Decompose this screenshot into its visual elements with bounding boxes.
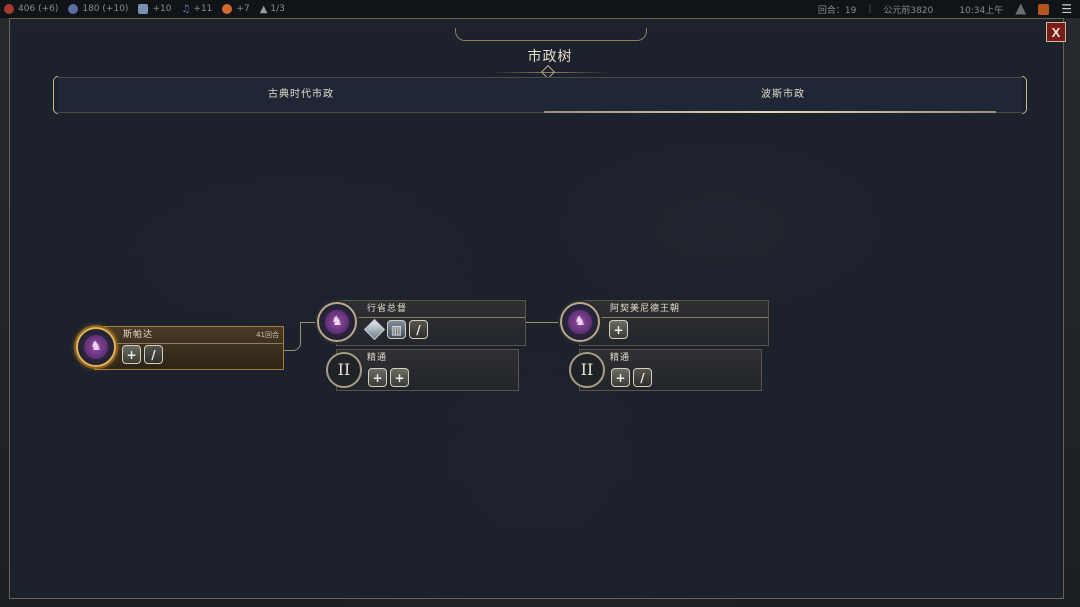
unlock-icons: ▥ /	[363, 318, 428, 341]
mastery-level-badge: II	[569, 352, 605, 388]
civic-portrait: ♞	[317, 302, 357, 342]
turns-remaining: 41回合	[256, 331, 279, 339]
culture-delta: (+10)	[102, 4, 129, 14]
faith-value: +10	[152, 4, 172, 14]
unlock-icons: + +	[368, 368, 409, 387]
civic-node-bar: 精通	[336, 349, 519, 391]
mastery-level-badge: II	[326, 352, 362, 388]
civic-portrait-inner: ♞	[84, 335, 108, 359]
game-year: 公元前3820	[883, 5, 934, 16]
civic-node-bar: 精通	[579, 349, 762, 391]
happiness-value: +7	[236, 4, 250, 14]
connector-line	[526, 322, 560, 323]
civics-tree-panel: 市政树 古典时代市政 波斯市政	[9, 18, 1064, 599]
policy-plus-icon[interactable]: +	[390, 368, 409, 387]
connector-line	[284, 322, 301, 351]
resource-science[interactable]: 406 (+6)	[4, 4, 58, 14]
happiness-icon	[222, 4, 233, 14]
tab-right-cap	[1022, 76, 1027, 114]
separator: |	[868, 4, 872, 14]
close-button[interactable]: X	[1046, 22, 1066, 42]
quill-icon[interactable]: /	[144, 345, 163, 364]
civic-node-achaemenid-mastery[interactable]: 精通 II + /	[567, 348, 763, 392]
culture-value: 180	[82, 4, 100, 14]
turn-counter: 回合：19	[817, 5, 857, 16]
horseman-icon: ♞	[331, 314, 343, 329]
civilopedia-icon[interactable]	[1038, 3, 1050, 15]
music-value: +11	[193, 4, 213, 14]
quill-icon[interactable]: /	[409, 320, 428, 339]
civic-portrait-inner: ♞	[325, 310, 349, 334]
gem-icon[interactable]	[363, 318, 386, 341]
policy-plus-icon[interactable]: +	[368, 368, 387, 387]
civic-node-header: 行省总督	[337, 301, 525, 318]
era-tabs: 古典时代市政 波斯市政	[53, 76, 1027, 114]
policy-plus-icon[interactable]: +	[611, 368, 630, 387]
music-icon: ♫	[181, 3, 191, 15]
civic-portrait-inner: ♞	[568, 310, 592, 334]
unlock-icons: + /	[611, 368, 652, 387]
horseman-icon: ♞	[574, 314, 586, 329]
civic-node-header: 斯帕达 41回合	[95, 327, 283, 344]
civic-node-header: 阿契美尼德王朝	[580, 301, 768, 318]
science-icon	[4, 4, 14, 14]
civic-name: 精通	[610, 353, 631, 363]
resource-happiness[interactable]: +7	[222, 4, 250, 14]
quill-icon[interactable]: /	[633, 368, 652, 387]
civic-portrait: ♞	[76, 327, 116, 367]
active-tab-indicator	[544, 111, 996, 113]
civic-node-bar: 阿契美尼德王朝	[579, 300, 769, 346]
policy-plus-icon[interactable]: +	[609, 320, 628, 339]
resource-faith[interactable]: +10	[138, 4, 171, 14]
unlock-icons: +	[609, 320, 628, 339]
civic-name: 阿契美尼德王朝	[610, 304, 681, 314]
diplomacy-icon[interactable]	[1015, 3, 1027, 15]
civic-node-header: 精通	[337, 350, 518, 366]
policy-plus-icon[interactable]: +	[122, 345, 141, 364]
resource-music[interactable]: ♫ +11	[181, 4, 212, 15]
science-value: 406	[18, 4, 36, 14]
civic-portrait: ♞	[560, 302, 600, 342]
unlock-icons: + /	[122, 345, 163, 364]
topbar-right: 回合：19 | 公元前3820 10:34上午 ☰	[812, 0, 1080, 18]
civic-node-governor-mastery[interactable]: 精通 II + +	[324, 348, 520, 392]
resource-culture[interactable]: 180 (+10)	[68, 4, 128, 14]
tab-classical-civics[interactable]: 古典时代市政	[58, 78, 544, 112]
civic-node-sparta[interactable]: 斯帕达 41回合 ♞ + /	[74, 324, 286, 372]
civic-node-provincial-governor[interactable]: 行省总督 ♞ ▥ /	[316, 300, 528, 348]
settlement-value: 1/3	[270, 4, 285, 14]
civic-name: 精通	[367, 353, 388, 363]
tab-persian-civics[interactable]: 波斯市政	[544, 78, 1022, 112]
building-icon[interactable]: ▥	[387, 320, 406, 339]
faith-icon	[138, 4, 149, 14]
clock: 10:34上午	[959, 5, 1004, 16]
resource-settlements[interactable]: ▲ 1/3	[260, 4, 285, 15]
civic-name: 斯帕达	[123, 330, 154, 340]
civic-name: 行省总督	[367, 304, 408, 314]
civic-node-achaemenid-dynasty[interactable]: 阿契美尼德王朝 ♞ +	[559, 300, 771, 348]
culture-icon	[68, 4, 79, 14]
science-delta: (+6)	[38, 4, 59, 14]
resource-bar: 406 (+6) 180 (+10) +10 ♫ +11 +7 ▲ 1/3 回合…	[0, 0, 1080, 18]
menu-icon[interactable]: ☰	[1061, 2, 1072, 16]
horseman-icon: ♞	[90, 339, 102, 354]
page-title: 市政树	[527, 49, 573, 65]
settlement-icon: ▲	[259, 3, 268, 15]
civic-node-header: 精通	[580, 350, 761, 366]
